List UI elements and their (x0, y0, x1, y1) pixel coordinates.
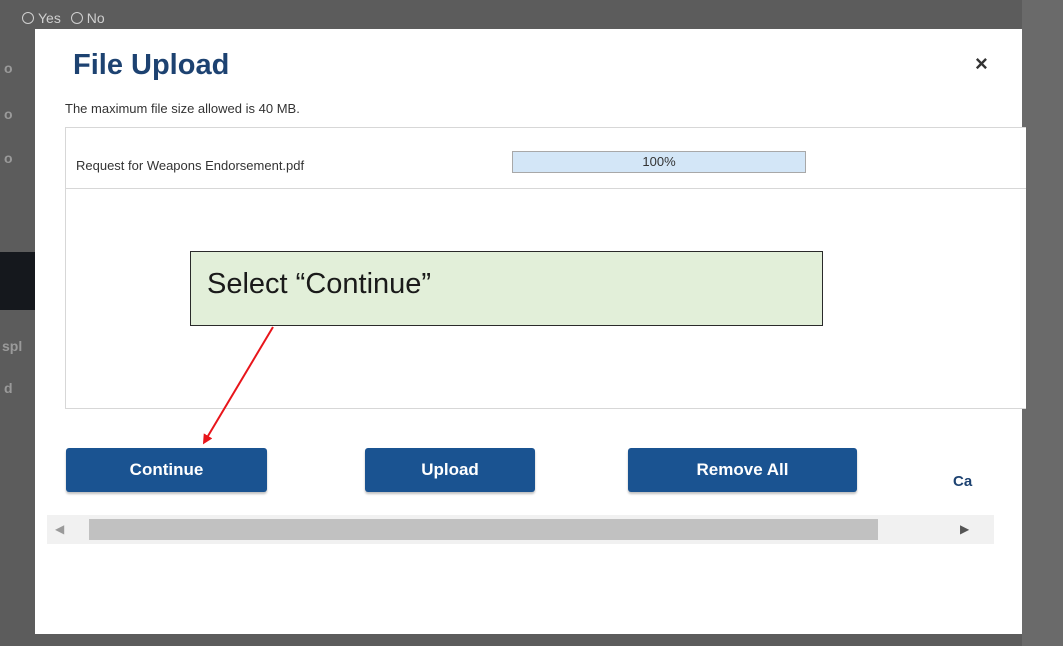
background-glyph: d (4, 380, 13, 396)
background-glyph: o (4, 106, 13, 122)
upload-button[interactable]: Upload (365, 448, 535, 492)
upload-progress-bar: 100% (512, 151, 806, 173)
background-glyph: o (4, 150, 13, 166)
horizontal-scrollbar[interactable]: ◀ ▶ (47, 515, 994, 544)
file-row: Request for Weapons Endorsement.pdf 100% (66, 128, 1026, 189)
background-glyph: o (4, 60, 13, 76)
radio-yes-label: Yes (38, 10, 61, 26)
progress-percent: 100% (642, 154, 676, 169)
max-file-size-note: The maximum file size allowed is 40 MB. (65, 101, 300, 116)
background-glyph: spl (2, 338, 23, 354)
file-upload-dialog: File Upload × The maximum file size allo… (35, 29, 1026, 634)
background-radio-row: Yes No (22, 10, 105, 26)
remove-all-button[interactable]: Remove All (628, 448, 857, 492)
scroll-left-icon[interactable]: ◀ (55, 522, 64, 536)
radio-yes-icon (22, 12, 34, 24)
radio-no-icon (70, 12, 83, 24)
instruction-callout: Select “Continue” (190, 251, 823, 326)
continue-button[interactable]: Continue (66, 448, 267, 492)
callout-text: Select “Continue” (207, 268, 432, 300)
close-icon[interactable]: × (975, 51, 988, 77)
dialog-title: File Upload (73, 49, 230, 81)
radio-no-label: No (86, 10, 105, 26)
background-right-strip (1022, 0, 1063, 646)
scroll-right-icon[interactable]: ▶ (960, 522, 969, 536)
file-name: Request for Weapons Endorsement.pdf (76, 158, 305, 173)
scrollbar-thumb[interactable] (89, 519, 878, 540)
cancel-button[interactable]: Ca (953, 473, 972, 490)
